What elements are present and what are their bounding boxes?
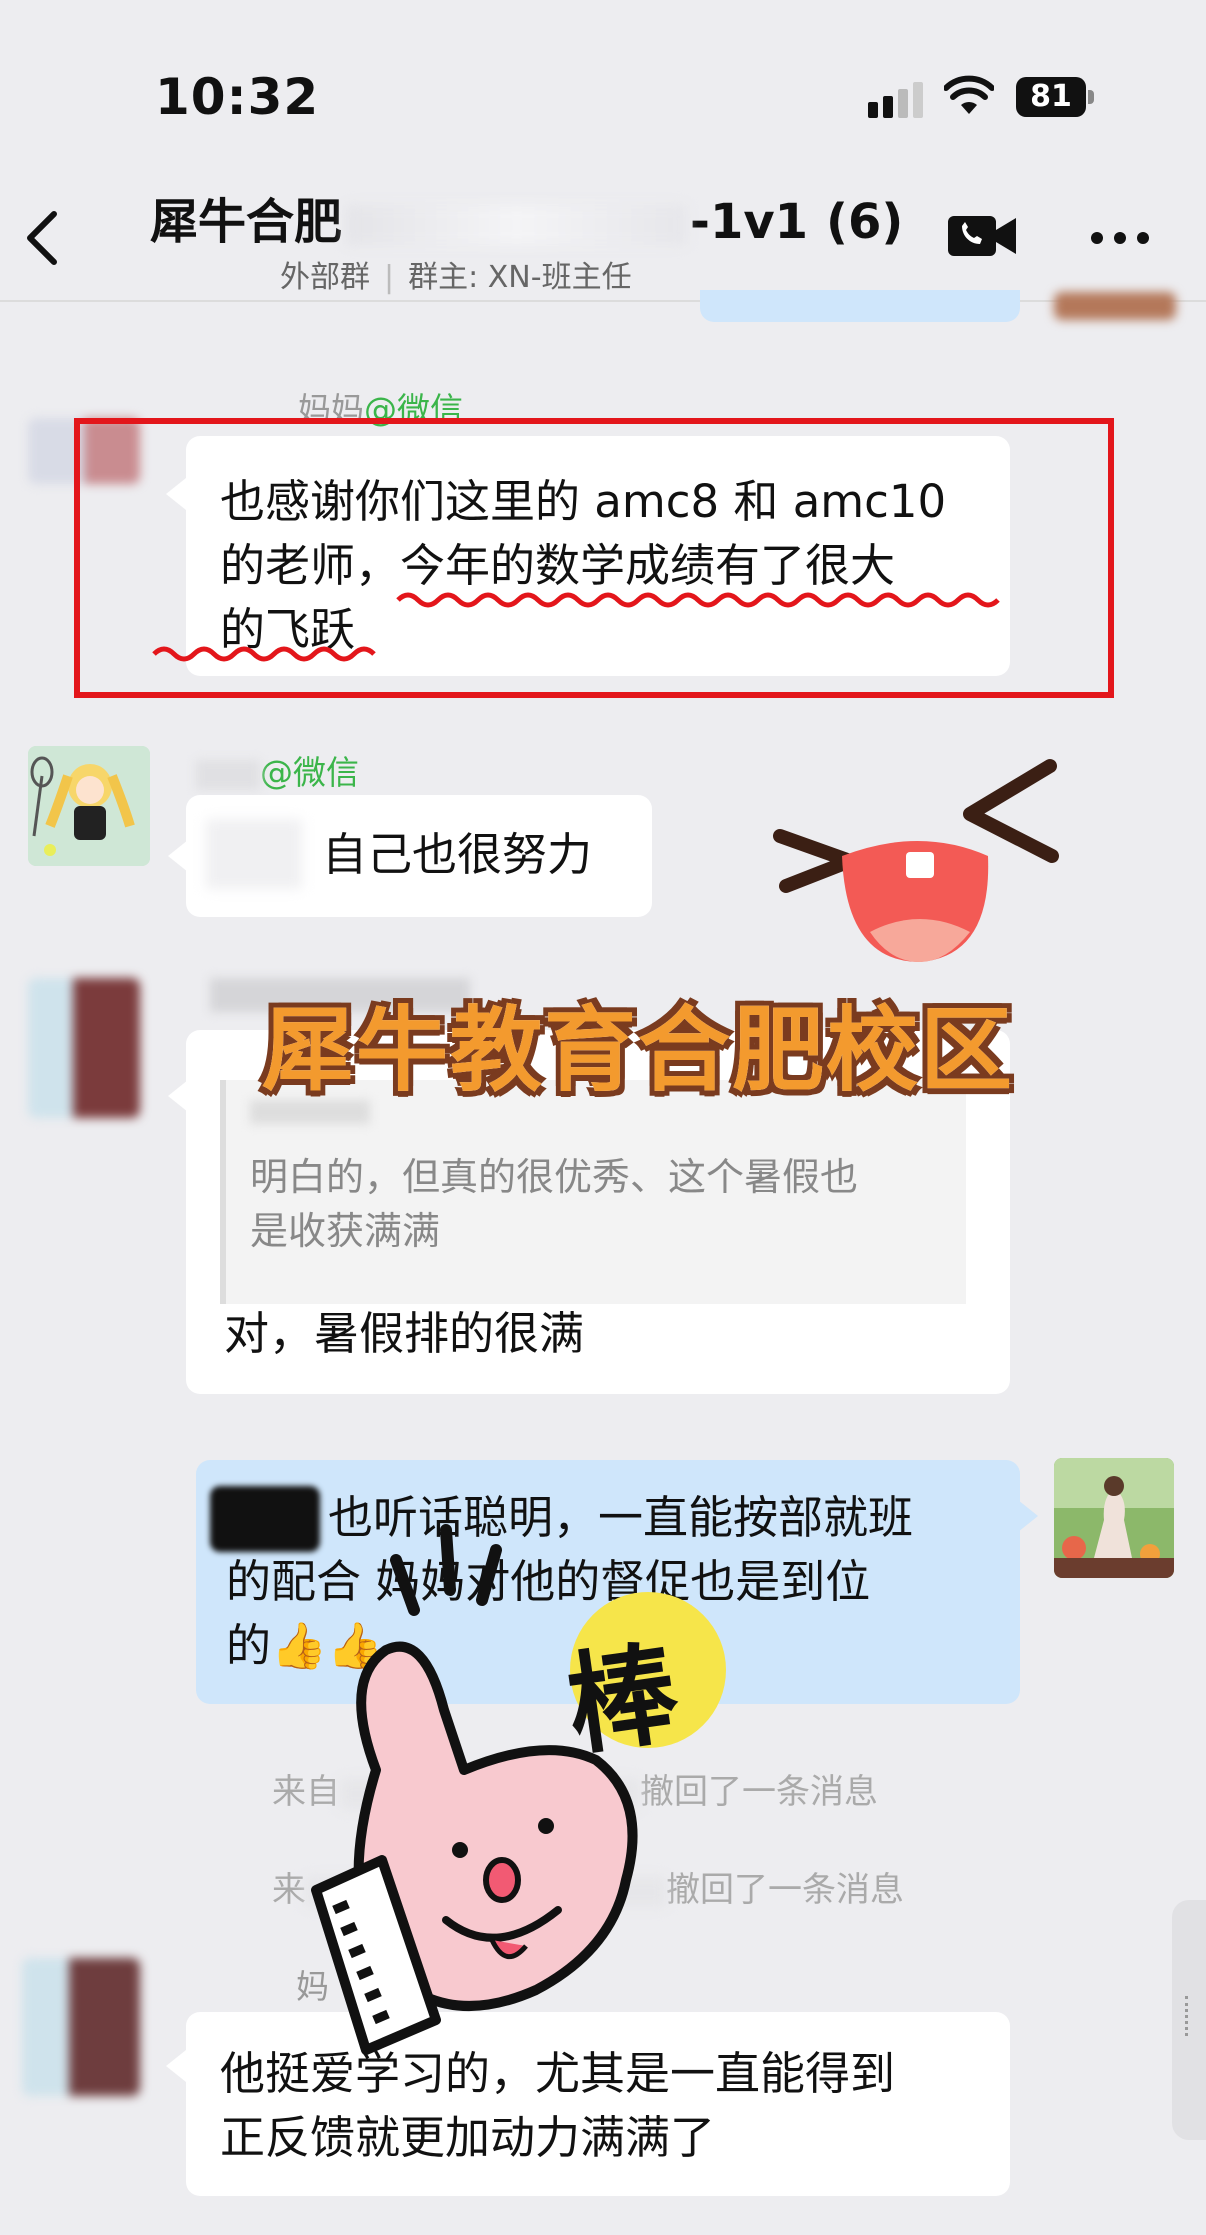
chat-subtitle: 外部群 | 群主: XN-班主任 xyxy=(280,260,632,295)
cellular-signal-icon xyxy=(868,80,924,124)
battery-level: 81 xyxy=(1030,79,1072,114)
sender-name: @微信 xyxy=(196,746,359,794)
member-count: (6) xyxy=(826,194,904,250)
bubble-tail xyxy=(168,840,188,872)
thumbs-up-sticker xyxy=(296,1500,736,2064)
scroll-grip xyxy=(1185,1996,1195,2036)
avatar xyxy=(1054,292,1176,320)
bubble-tail xyxy=(168,1080,188,1112)
quoted-message[interactable]: 明白的，但真的很优秀、这个暑假也 是收获满满 xyxy=(220,1080,966,1304)
message-text: 自己也很努力 xyxy=(322,828,593,881)
wechat-source-label: @微信 xyxy=(260,753,359,792)
group-owner: 群主: XN-班主任 xyxy=(408,260,632,295)
bubble-tail xyxy=(1018,1500,1038,1532)
wavy-underline xyxy=(150,586,1010,680)
message-bubble[interactable]: 自己也很努力 xyxy=(186,795,652,917)
chat-title[interactable]: 犀牛合肥 -1v1 (6) xyxy=(150,182,903,252)
message-line: 正反馈就更加动力满满了 xyxy=(220,2111,716,2164)
redacted-title xyxy=(346,205,687,245)
bubble-tail xyxy=(166,2050,186,2082)
more-icon[interactable] xyxy=(1090,230,1150,249)
watermark-text: 犀牛教育合肥校区 xyxy=(262,997,1015,1104)
title-prefix: 犀牛合肥 xyxy=(150,194,343,250)
avatar xyxy=(22,1958,140,2096)
status-time: 10:32 xyxy=(155,68,320,126)
title-suffix: -1v1 xyxy=(690,194,809,250)
previous-bubble-fragment xyxy=(700,290,1020,322)
message-text: 对，暑假排的很满 xyxy=(224,1307,585,1360)
scroll-handle[interactable] xyxy=(1172,1900,1206,2140)
redacted-prefix xyxy=(206,819,302,889)
battery-icon: 81 xyxy=(1016,77,1094,117)
avatar xyxy=(28,746,150,866)
avatar xyxy=(1054,1458,1174,1578)
wifi-icon xyxy=(943,74,995,120)
quote-line: 明白的，但真的很优秀、这个暑假也 xyxy=(250,1155,859,1199)
video-call-icon[interactable] xyxy=(948,212,1018,264)
sticker-text: 棒 xyxy=(559,1628,686,1771)
quote-line: 是收获满满 xyxy=(250,1209,441,1253)
group-type: 外部群 xyxy=(280,260,370,295)
avatar xyxy=(28,978,140,1118)
redacted-name xyxy=(196,759,260,790)
nav-divider xyxy=(0,300,1206,302)
laughing-face-sticker xyxy=(770,756,1070,980)
back-icon[interactable] xyxy=(22,208,62,272)
